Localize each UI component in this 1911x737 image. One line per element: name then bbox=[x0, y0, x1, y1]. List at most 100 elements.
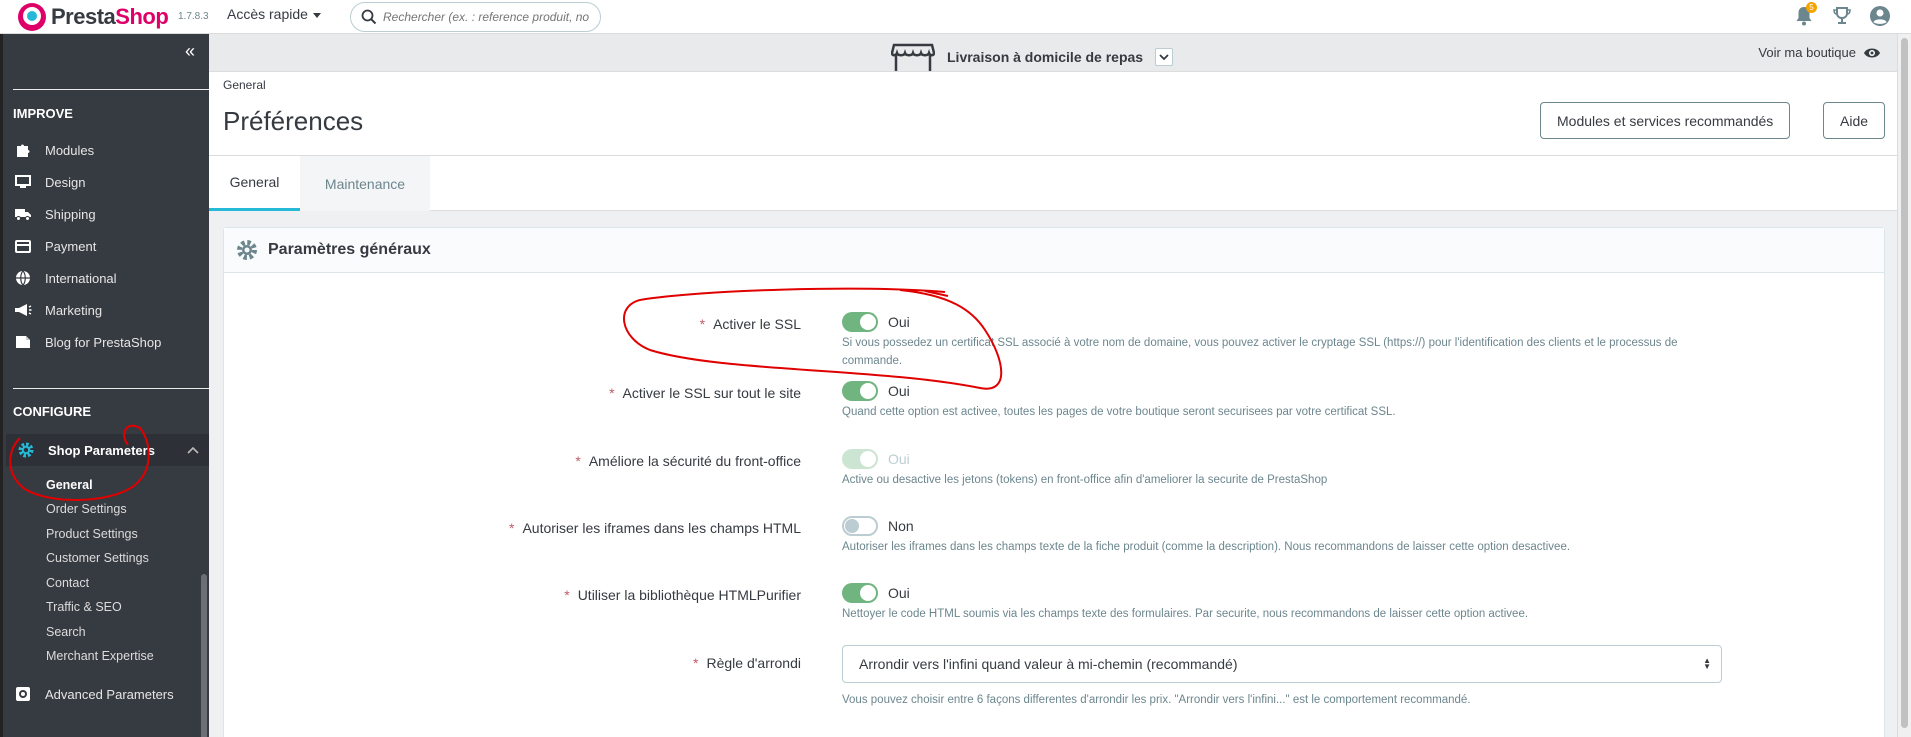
sidebar-sub-item-order-settings[interactable]: Order Settings bbox=[46, 502, 127, 516]
search-box[interactable] bbox=[350, 2, 601, 32]
help-button[interactable]: Aide bbox=[1823, 102, 1886, 139]
toggle-switch[interactable] bbox=[842, 312, 878, 332]
general-settings-card: Paramètres généraux * Activer le SSL Oui … bbox=[223, 227, 1885, 737]
truck-icon bbox=[13, 206, 33, 222]
view-shop-link[interactable]: Voir ma boutique bbox=[1758, 45, 1881, 60]
sidebar-item-international[interactable]: International bbox=[13, 266, 207, 290]
sidebar-item-shipping[interactable]: Shipping bbox=[13, 202, 207, 226]
page-header: General Préférences Modules et services … bbox=[209, 72, 1911, 156]
toggle-value: Oui bbox=[888, 585, 910, 601]
sidebar-item-label: Blog for PrestaShop bbox=[45, 334, 162, 350]
breadcrumb[interactable]: General bbox=[223, 78, 266, 92]
help-text: Nettoyer le code HTML soumis via les cha… bbox=[842, 608, 1529, 620]
sidebar-item-label: Marketing bbox=[45, 302, 103, 318]
sidebar-sub-item-contact[interactable]: Contact bbox=[46, 576, 89, 590]
sidebar-sub-item-traffic-seo[interactable]: Traffic & SEO bbox=[46, 600, 122, 614]
sidebar-sub-item-product-settings[interactable]: Product Settings bbox=[46, 527, 138, 541]
select-arrows-icon: ▲ ▼ bbox=[1703, 656, 1711, 671]
version-label: 1.7.8.3 bbox=[178, 11, 209, 22]
help-text: Active ou desactive les jetons (tokens) … bbox=[842, 474, 1328, 486]
gear-icon bbox=[237, 240, 257, 260]
front-office-security-toggle: Oui bbox=[842, 449, 910, 469]
sidebar-item-modules[interactable]: Modules bbox=[13, 138, 207, 162]
search-icon bbox=[361, 9, 377, 25]
logo-text: PrestaShop bbox=[51, 4, 169, 29]
eye-icon bbox=[1864, 48, 1880, 57]
trophy-icon bbox=[1833, 7, 1851, 24]
toggle-switch bbox=[842, 449, 878, 469]
recommended-modules-button[interactable]: Modules et services recommandés bbox=[1540, 102, 1791, 139]
prestashop-logo[interactable]: PrestaShop bbox=[18, 2, 169, 32]
sidebar-sub-item-search[interactable]: Search bbox=[46, 625, 86, 639]
megaphone-icon bbox=[13, 302, 33, 318]
toggle-value: Oui bbox=[888, 451, 910, 467]
sidebar-item-shop-parameters[interactable]: Shop Parameters bbox=[6, 434, 209, 466]
scrollbar-thumb[interactable] bbox=[1901, 38, 1908, 728]
form-label: * Activer le SSL sur tout le site bbox=[609, 385, 801, 401]
sidebar-sub-item-customer-settings[interactable]: Customer Settings bbox=[46, 551, 149, 565]
sidebar-divider bbox=[13, 89, 210, 90]
toggle-switch[interactable] bbox=[842, 516, 878, 536]
card-title: Paramètres généraux bbox=[268, 241, 431, 258]
form-label: * Autoriser les iframes dans les champs H… bbox=[509, 520, 801, 536]
form-label: * Améliore la sécurité du front-office bbox=[575, 453, 801, 469]
sidebar-divider bbox=[13, 388, 210, 389]
ssl-toggle[interactable]: Oui bbox=[842, 312, 910, 332]
card-header: Paramètres généraux bbox=[224, 228, 1884, 273]
help-text: Vous pouvez choisir entre 6 façons diffe… bbox=[842, 694, 1471, 706]
rounding-rule-select[interactable]: Arrondir vers l'infini quand valeur à mi… bbox=[842, 645, 1722, 683]
user-account-button[interactable] bbox=[1869, 4, 1891, 28]
page-title: Préférences bbox=[223, 106, 364, 136]
view-shop-label: Voir ma boutique bbox=[1758, 45, 1856, 60]
blog-icon bbox=[13, 334, 33, 350]
chevron-down-icon[interactable] bbox=[1155, 48, 1174, 66]
form-label: * Règle d'arrondi bbox=[693, 655, 801, 671]
sidebar-item-label: Shop Parameters bbox=[48, 442, 155, 458]
tab-maintenance[interactable]: Maintenance bbox=[300, 156, 430, 211]
gear-icon bbox=[16, 442, 36, 458]
sidebar-scrollbar[interactable] bbox=[201, 574, 207, 737]
section-title-configure: CONFIGURE bbox=[13, 404, 91, 419]
sidebar-item-design[interactable]: Design bbox=[13, 170, 207, 194]
quick-access-dropdown[interactable]: Accès rapide bbox=[227, 6, 321, 22]
help-text: Si vous possedez un certificat SSL assoc… bbox=[842, 337, 1678, 367]
sidebar-item-label: Modules bbox=[45, 142, 95, 158]
store-name-label: Livraison à domicile de repas bbox=[947, 49, 1144, 65]
page-scrollbar[interactable] bbox=[1897, 34, 1911, 737]
puffin-logo-icon bbox=[18, 3, 46, 31]
notification-count-badge: 5 bbox=[1806, 2, 1817, 13]
quick-access-label: Accès rapide bbox=[227, 6, 308, 22]
monitor-icon bbox=[13, 174, 33, 190]
sidebar-item-blog[interactable]: Blog for PrestaShop bbox=[13, 330, 207, 354]
form-label: * Utiliser la bibliothèque HTMLPurifier bbox=[564, 587, 801, 603]
notifications-button[interactable]: 5 bbox=[1793, 2, 1817, 28]
puzzle-icon bbox=[13, 142, 33, 158]
search-input[interactable] bbox=[383, 10, 593, 24]
toggle-switch[interactable] bbox=[842, 583, 878, 603]
form-label: * Activer le SSL bbox=[699, 316, 801, 332]
collapse-sidebar-icon[interactable]: « bbox=[185, 42, 195, 60]
allow-iframes-toggle[interactable]: Non bbox=[842, 516, 914, 536]
ssl-everywhere-toggle[interactable]: Oui bbox=[842, 381, 910, 401]
sidebar-item-marketing[interactable]: Marketing bbox=[13, 298, 207, 322]
select-value: Arrondir vers l'infini quand valeur à mi… bbox=[859, 656, 1238, 672]
store-selector[interactable]: Livraison à domicile de repas bbox=[891, 42, 1174, 72]
sidebar-sub-item-general[interactable]: General bbox=[46, 478, 93, 492]
toggle-switch[interactable] bbox=[842, 381, 878, 401]
help-text: Autoriser les iframes dans les champs te… bbox=[842, 541, 1571, 553]
sidebar-item-label: Shipping bbox=[45, 206, 96, 222]
globe-icon bbox=[13, 270, 33, 286]
htmlpurifier-toggle[interactable]: Oui bbox=[842, 583, 910, 603]
credit-card-icon bbox=[13, 238, 33, 254]
trophy-button[interactable] bbox=[1831, 4, 1853, 28]
toggle-value: Non bbox=[888, 518, 914, 534]
sidebar: « IMPROVE Modules Design Shipping Paymen… bbox=[0, 34, 210, 737]
sidebar-item-label: Design bbox=[45, 174, 86, 190]
sidebar-sub-item-merchant-expertise[interactable]: Merchant Expertise bbox=[46, 649, 154, 663]
caret-down-icon bbox=[312, 12, 321, 18]
store-bar: Livraison à domicile de repas Voir ma bo… bbox=[209, 34, 1911, 72]
sidebar-item-advanced-parameters[interactable]: Advanced Parameters bbox=[13, 682, 207, 706]
top-header: PrestaShop 1.7.8.3 Accès rapide 5 bbox=[0, 0, 1911, 34]
tab-general[interactable]: General bbox=[209, 156, 300, 211]
sidebar-item-payment[interactable]: Payment bbox=[13, 234, 207, 258]
